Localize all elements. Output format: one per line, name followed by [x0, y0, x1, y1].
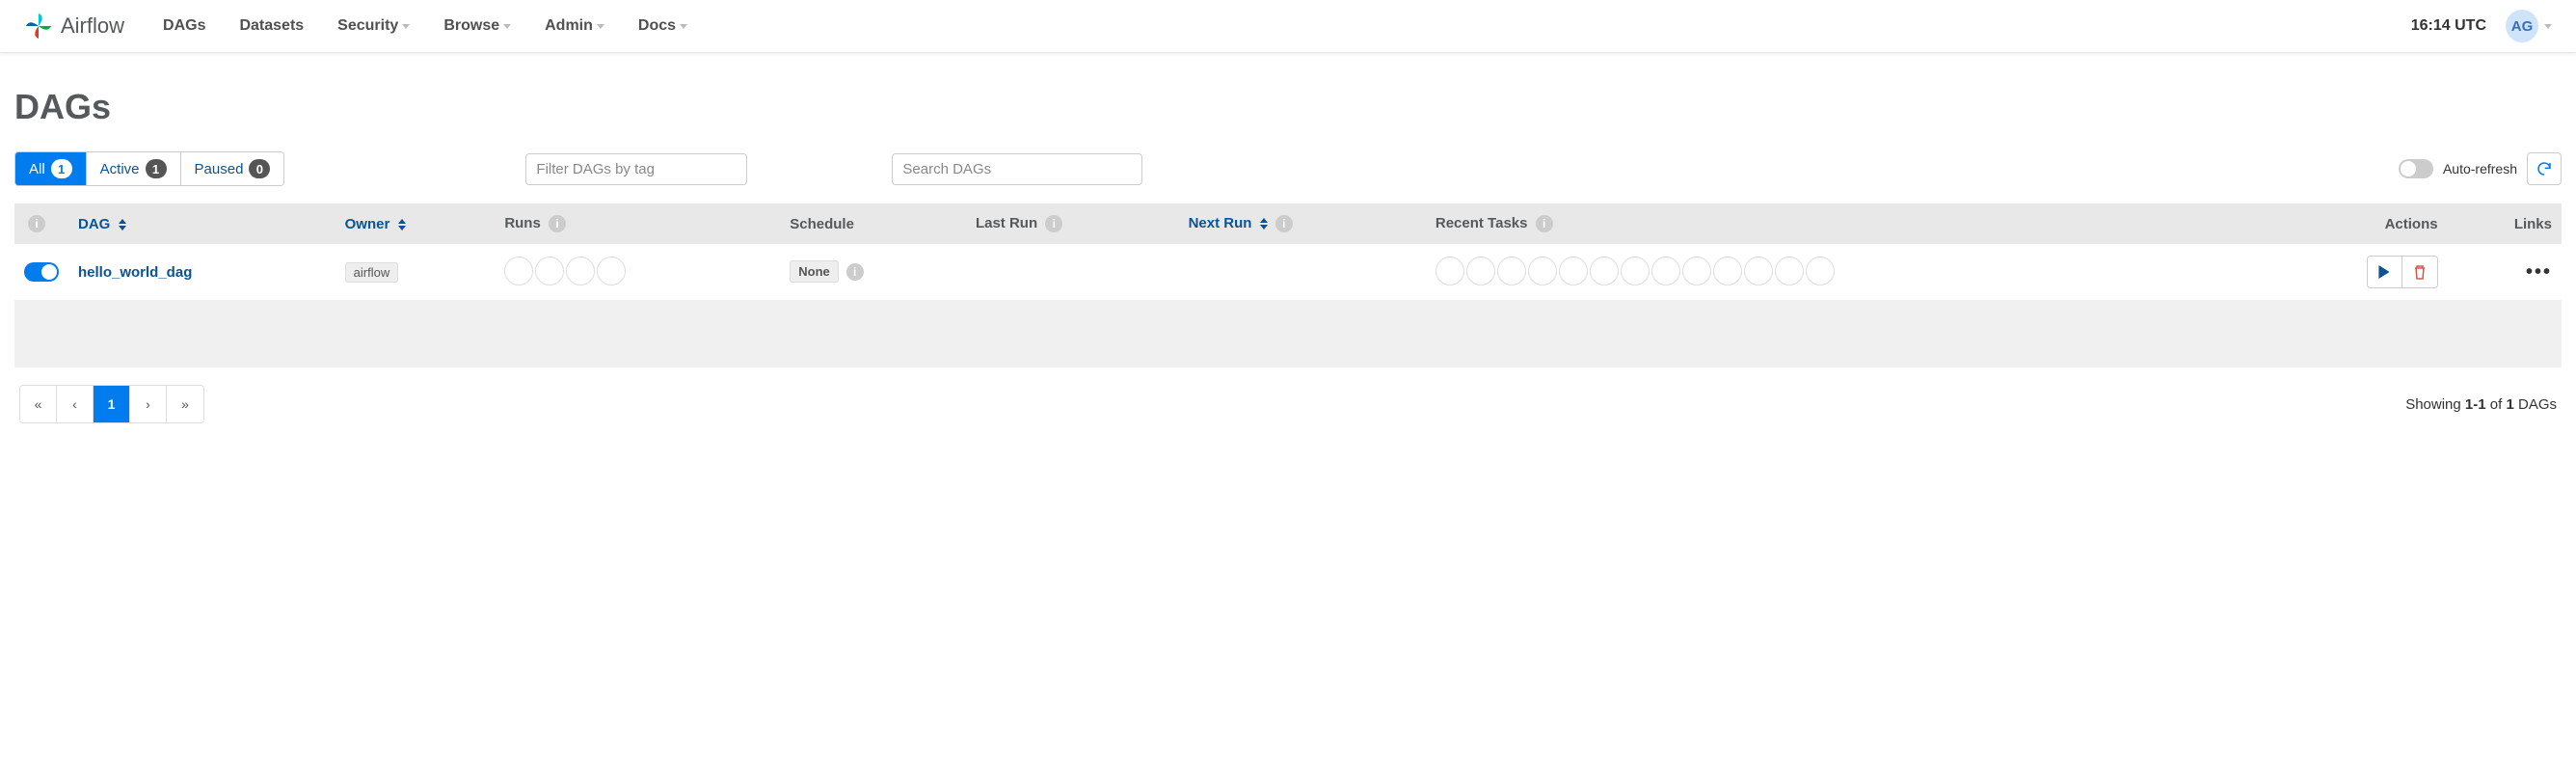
dag-name-link[interactable]: hello_world_dag	[78, 264, 192, 281]
auto-refresh-group: Auto-refresh	[2399, 152, 2562, 185]
more-links-button[interactable]: •••	[2526, 261, 2552, 283]
nav-right: 16:14 UTC AG	[2411, 10, 2552, 42]
result-summary: Showing 1-1 of 1 DAGs	[2405, 396, 2557, 413]
page-last-button[interactable]: »	[167, 386, 203, 422]
page-prev-button[interactable]: ‹	[57, 386, 94, 422]
main-content: DAGs All 1 Active 1 Paused 0 Auto-refres…	[0, 53, 2576, 443]
page-first-button[interactable]: «	[20, 386, 57, 422]
filter-paused-button[interactable]: Paused 0	[181, 152, 284, 185]
next-run-cell	[1179, 244, 1426, 300]
delete-dag-button[interactable]	[2402, 257, 2437, 287]
auto-refresh-toggle[interactable]	[2399, 159, 2433, 178]
sort-icon	[398, 219, 406, 230]
info-icon[interactable]: i	[28, 215, 45, 232]
table-footer: « ‹ 1 › » Showing 1-1 of 1 DAGs	[14, 385, 2562, 423]
filter-active-button[interactable]: Active 1	[87, 152, 181, 185]
brand-logo[interactable]: Airflow	[24, 12, 124, 41]
last-run-cell	[966, 244, 1179, 300]
filter-all-count: 1	[51, 159, 72, 178]
nav-security[interactable]: Security	[337, 17, 410, 35]
dag-enable-toggle[interactable]	[24, 262, 59, 282]
play-icon	[2377, 265, 2391, 279]
filter-all-button[interactable]: All 1	[15, 152, 87, 185]
filter-active-count: 1	[146, 159, 167, 178]
col-last-run: Last Run i	[966, 203, 1179, 244]
sort-icon	[119, 219, 126, 230]
task-status-circles[interactable]	[1436, 257, 1837, 285]
action-buttons	[2367, 256, 2438, 288]
page-title: DAGs	[14, 87, 2562, 127]
nav-datasets[interactable]: Datasets	[239, 17, 304, 35]
nav-browse[interactable]: Browse	[443, 17, 511, 35]
avatar: AG	[2506, 10, 2538, 42]
col-schedule: Schedule	[780, 203, 966, 244]
col-links: Links	[2448, 203, 2562, 244]
table-spacer	[14, 300, 2562, 367]
chevron-down-icon	[503, 24, 511, 29]
dags-table: i DAG Owner Runs i Schedule Last Run i	[14, 203, 2562, 367]
trigger-dag-button[interactable]	[2368, 257, 2402, 287]
owner-badge[interactable]: airflow	[345, 262, 399, 283]
page-current[interactable]: 1	[94, 386, 130, 422]
chevron-down-icon	[680, 24, 687, 29]
table-row: hello_world_dag airflow None i	[14, 244, 2562, 300]
navbar: Airflow DAGs Datasets Security Browse Ad…	[0, 0, 2576, 53]
filter-paused-count: 0	[249, 159, 270, 178]
refresh-icon	[2536, 160, 2553, 177]
col-owner[interactable]: Owner	[335, 203, 496, 244]
page-next-button[interactable]: ›	[130, 386, 167, 422]
info-icon[interactable]: i	[549, 215, 566, 232]
filter-row: All 1 Active 1 Paused 0 Auto-refresh	[14, 151, 2562, 186]
chevron-down-icon	[2544, 24, 2552, 29]
col-recent-tasks: Recent Tasks i	[1426, 203, 2267, 244]
nav-docs[interactable]: Docs	[638, 17, 687, 35]
info-icon[interactable]: i	[1536, 215, 1553, 232]
col-actions: Actions	[2267, 203, 2448, 244]
info-icon[interactable]: i	[846, 263, 864, 281]
user-menu[interactable]: AG	[2506, 10, 2552, 42]
info-icon[interactable]: i	[1045, 215, 1062, 232]
sort-icon	[1260, 218, 1268, 230]
pinwheel-icon	[24, 12, 53, 41]
auto-refresh-label: Auto-refresh	[2443, 161, 2517, 176]
info-icon[interactable]: i	[1275, 215, 1293, 232]
col-next-run[interactable]: Next Run i	[1179, 203, 1426, 244]
clock[interactable]: 16:14 UTC	[2411, 17, 2486, 35]
brand-text: Airflow	[61, 14, 124, 39]
nav-admin[interactable]: Admin	[545, 17, 604, 35]
chevron-down-icon	[402, 24, 410, 29]
run-status-circles[interactable]	[504, 257, 628, 285]
trash-icon	[2413, 264, 2427, 280]
refresh-button[interactable]	[2527, 152, 2562, 185]
status-filter-group: All 1 Active 1 Paused 0	[14, 151, 284, 186]
chevron-down-icon	[597, 24, 604, 29]
filter-tags-input[interactable]	[525, 153, 747, 185]
schedule-badge[interactable]: None	[790, 260, 839, 283]
col-runs: Runs i	[495, 203, 780, 244]
search-dags-input[interactable]	[892, 153, 1142, 185]
nav-items: DAGs Datasets Security Browse Admin Docs	[163, 17, 687, 35]
nav-dags[interactable]: DAGs	[163, 17, 205, 35]
pagination: « ‹ 1 › »	[19, 385, 204, 423]
col-dag[interactable]: DAG	[68, 203, 335, 244]
